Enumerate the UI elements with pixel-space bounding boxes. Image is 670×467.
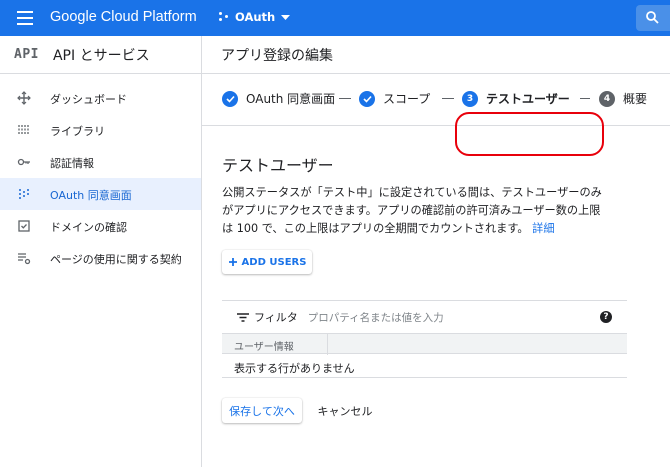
sidebar-item-label: ページの使用に関する契約 xyxy=(50,253,182,266)
top-app-bar: Google Cloud Platform OAuth xyxy=(0,0,670,36)
dashboard-icon xyxy=(17,91,31,105)
step-label: スコープ xyxy=(383,92,431,106)
sidebar: API API とサービス ダッシュボード ライブラリ 認証情報 OAuth 同… xyxy=(0,36,202,467)
description-line: 公開ステータスが「テスト中」に設定されている間は、テストユーザーのみ xyxy=(222,186,602,199)
sidebar-item-domain-verification[interactable]: ドメインの確認 xyxy=(0,210,201,242)
brand-title[interactable]: Google Cloud Platform xyxy=(50,9,197,25)
plus-icon xyxy=(228,258,237,266)
sidebar-item-library[interactable]: ライブラリ xyxy=(0,114,201,146)
filter-input[interactable]: プロパティ名または値を入力 xyxy=(308,310,444,325)
search-icon xyxy=(646,11,659,24)
filter-bar: フィルタ プロパティ名または値を入力 ? xyxy=(222,300,627,333)
cancel-button[interactable]: キャンセル xyxy=(310,398,380,423)
section-title: テストユーザー xyxy=(222,156,334,175)
check-circle-icon xyxy=(359,90,375,107)
step-summary[interactable]: 4 概要 xyxy=(599,90,647,107)
sidebar-item-oauth-consent[interactable]: OAuth 同意画面 xyxy=(0,178,201,210)
settings-list-icon xyxy=(18,253,31,265)
library-icon xyxy=(18,125,29,135)
check-circle-icon xyxy=(222,90,238,107)
step-label: OAuth 同意画面 xyxy=(246,92,336,106)
help-icon[interactable]: ? xyxy=(600,311,612,323)
sidebar-title: API とサービス xyxy=(52,47,150,64)
filter-label: フィルタ xyxy=(254,311,298,324)
sidebar-item-label: 認証情報 xyxy=(50,157,94,170)
search-button[interactable] xyxy=(636,5,670,31)
step-label: 概要 xyxy=(623,92,648,106)
save-and-continue-button[interactable]: 保存して次へ xyxy=(222,398,302,423)
description-line: がアプリにアクセスできます。アプリの確認前の許可済みユーザー数の上限 xyxy=(222,204,601,217)
sidebar-item-label: ダッシュボード xyxy=(50,93,127,106)
step-number-badge: 3 xyxy=(462,90,478,107)
table-empty-row: 表示する行がありません xyxy=(222,354,627,378)
key-icon xyxy=(17,158,30,166)
step-divider xyxy=(580,98,590,99)
step-test-users[interactable]: 3 テストユーザー xyxy=(462,90,570,107)
sidebar-item-page-usage-agreements[interactable]: ページの使用に関する契約 xyxy=(0,242,201,274)
highlight-annotation xyxy=(455,112,604,156)
column-divider xyxy=(327,334,328,355)
sidebar-item-dashboard[interactable]: ダッシュボード xyxy=(0,82,201,114)
description-line: は 100 で、この上限はアプリの全期間でカウントされます。 xyxy=(222,222,529,235)
add-users-label: ADD USERS xyxy=(241,256,307,268)
menu-icon[interactable] xyxy=(17,11,33,25)
sidebar-item-label: ライブラリ xyxy=(50,125,105,138)
step-divider xyxy=(339,98,351,99)
sidebar-header: API API とサービス xyxy=(0,36,201,74)
step-divider xyxy=(442,98,454,99)
sidebar-item-label: OAuth 同意画面 xyxy=(50,189,132,202)
sidebar-item-label: ドメインの確認 xyxy=(50,221,127,234)
step-number-badge: 4 xyxy=(599,90,615,107)
step-label: テストユーザー xyxy=(486,92,570,106)
description: 公開ステータスが「テスト中」に設定されている間は、テストユーザーのみ がアプリに… xyxy=(222,184,632,238)
step-scopes[interactable]: スコープ xyxy=(359,90,430,107)
main-content: アプリ登録の編集 OAuth 同意画面 スコープ 3 テストユーザー 4 概要 … xyxy=(202,36,670,467)
details-link[interactable]: 詳細 xyxy=(532,222,554,235)
add-users-button[interactable]: ADD USERS xyxy=(222,250,312,274)
step-oauth-consent[interactable]: OAuth 同意画面 xyxy=(222,90,335,107)
dropdown-icon xyxy=(281,14,291,20)
consent-icon xyxy=(19,189,29,199)
table-header: ユーザー情報 xyxy=(222,333,627,355)
stepper: OAuth 同意画面 スコープ 3 テストユーザー 4 概要 xyxy=(202,74,670,156)
column-header-user-info[interactable]: ユーザー情報 xyxy=(234,338,294,353)
page-title: アプリ登録の編集 xyxy=(202,36,670,74)
filter-icon xyxy=(237,312,249,322)
empty-message: 表示する行がありません xyxy=(234,362,355,375)
description-line-last: は 100 で、この上限はアプリの全期間でカウントされます。 詳細 xyxy=(222,220,632,238)
api-logo: API xyxy=(14,47,39,62)
sidebar-item-credentials[interactable]: 認証情報 xyxy=(0,146,201,178)
project-icon xyxy=(219,12,229,22)
checkbox-icon xyxy=(18,220,30,232)
project-name: OAuth xyxy=(235,10,276,24)
project-selector[interactable]: OAuth xyxy=(219,10,291,24)
